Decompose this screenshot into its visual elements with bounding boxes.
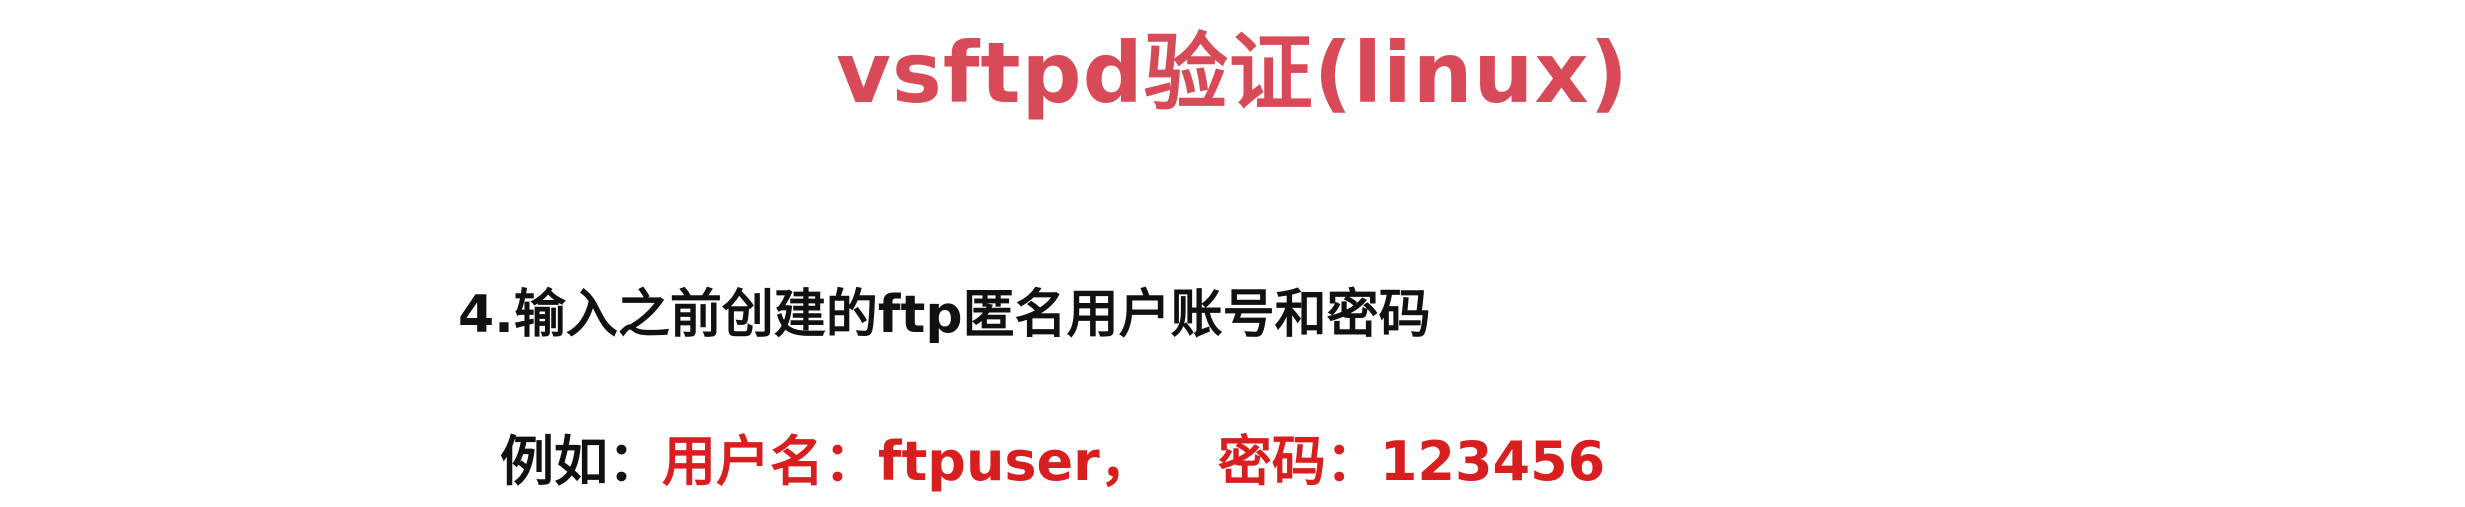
slide-title: vsftpd验证(linux) <box>836 24 1629 122</box>
step-instruction: 4.输入之前创建的ftp匿名用户账号和密码 <box>458 285 1431 345</box>
username-label: 用户名： <box>662 430 878 493</box>
password-value: 123456 <box>1379 430 1606 493</box>
example-separator: ， <box>1099 430 1154 493</box>
slide: { "colors": { "title": "#d94a58", "text"… <box>0 0 2465 507</box>
example-line: 例如：用户名：ftpuser ， 密码：123456 <box>500 425 1605 499</box>
example-prefix: 例如： <box>500 430 662 493</box>
username-value: ftpuser <box>878 430 1100 493</box>
password-label: 密码： <box>1217 430 1380 493</box>
